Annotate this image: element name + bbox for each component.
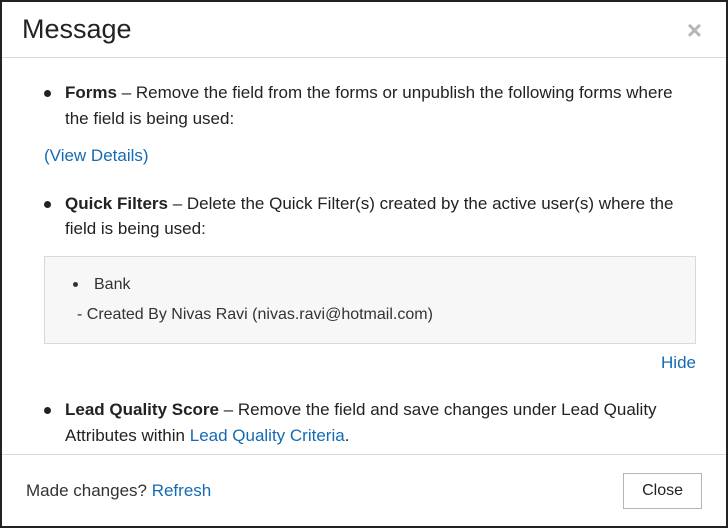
item-lead-quality-text: Lead Quality Score – Remove the field an… bbox=[65, 397, 696, 448]
refresh-link[interactable]: Refresh bbox=[152, 481, 212, 500]
bullet-icon bbox=[44, 201, 51, 208]
item-forms-text: Forms – Remove the field from the forms … bbox=[65, 80, 696, 131]
dialog-footer: Made changes? Refresh Close bbox=[2, 454, 726, 526]
item-quick-filters: Quick Filters – Delete the Quick Filter(… bbox=[44, 191, 696, 376]
bullet-icon bbox=[44, 407, 51, 414]
view-details-link[interactable]: (View Details) bbox=[44, 143, 696, 169]
detail-name: Bank bbox=[94, 273, 130, 297]
item-forms-label: Forms bbox=[65, 83, 117, 102]
close-icon[interactable]: × bbox=[683, 17, 706, 43]
dialog-header: Message × bbox=[2, 2, 726, 58]
dialog-title: Message bbox=[22, 14, 132, 45]
item-forms: Forms – Remove the field from the forms … bbox=[44, 80, 696, 169]
item-lead-quality: Lead Quality Score – Remove the field an… bbox=[44, 397, 696, 448]
bullet-icon bbox=[73, 282, 78, 287]
detail-created-by: - Created By Nivas Ravi (nivas.ravi@hotm… bbox=[77, 303, 675, 327]
made-changes-text: Made changes? bbox=[26, 481, 152, 500]
close-button[interactable]: Close bbox=[623, 473, 702, 509]
hide-link[interactable]: Hide bbox=[661, 353, 696, 372]
lead-quality-criteria-link[interactable]: Lead Quality Criteria bbox=[190, 426, 345, 445]
message-body[interactable]: Forms – Remove the field from the forms … bbox=[2, 64, 726, 454]
item-quick-filters-label: Quick Filters bbox=[65, 194, 168, 213]
bullet-icon bbox=[44, 90, 51, 97]
footer-left: Made changes? Refresh bbox=[26, 481, 211, 501]
item-lead-quality-label: Lead Quality Score bbox=[65, 400, 219, 419]
quick-filters-detail-box: Bank - Created By Nivas Ravi (nivas.ravi… bbox=[44, 256, 696, 344]
item-quick-filters-text: Quick Filters – Delete the Quick Filter(… bbox=[65, 191, 696, 242]
